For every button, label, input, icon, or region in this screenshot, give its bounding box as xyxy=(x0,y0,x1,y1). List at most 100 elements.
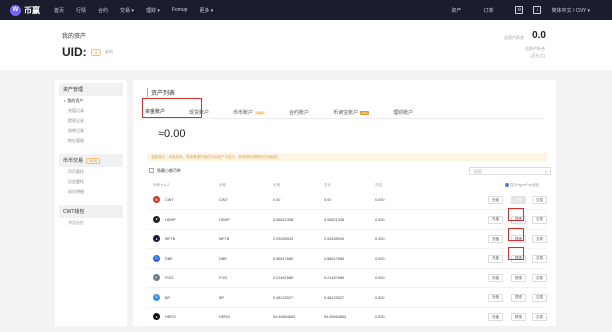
table-row: B BP BP 0.48123027 0.48123027 0.000 充值 提现 交易 xyxy=(147,289,547,308)
nav-item-more[interactable]: 更多 ▾ xyxy=(199,7,213,14)
sidebar: 资产管理 我的资产 充值记录 提现记录 划转记录 地址管理 币币交易NEW 币币… xyxy=(55,80,127,326)
coin-symbol: MFTB xyxy=(165,237,176,241)
nav-item-contract[interactable]: 合约 xyxy=(98,7,108,14)
available-amount: 2.93255933 xyxy=(273,237,294,241)
deposit-button[interactable]: 充值 xyxy=(488,196,503,204)
download-icon[interactable]: ↓ xyxy=(533,6,542,14)
filter-row: 隐藏小额币种 搜索 ⌕ xyxy=(149,167,551,177)
deposit-button[interactable]: 充值 xyxy=(488,293,503,302)
sidebar-group-title-text: 资产管理 xyxy=(63,87,84,93)
coin-logo-icon: D xyxy=(153,254,160,262)
uid-row: UID: 0 复制 xyxy=(62,45,113,59)
nav-item-home[interactable]: 首页 xyxy=(54,7,64,14)
coin-logo-icon: ● xyxy=(153,313,160,320)
table-row: D DBE DBE 0.56617689 0.56617689 0.000 充值 提现 交易 xyxy=(147,250,547,269)
annotation-highlight-box xyxy=(508,208,524,221)
toggle-dot-icon xyxy=(505,183,509,188)
deposit-button[interactable]: 充值 xyxy=(488,215,503,224)
trade-button[interactable]: 交易 xyxy=(532,196,547,204)
nav-item-market[interactable]: 行情 xyxy=(76,7,86,14)
tab-label: 币币账户 xyxy=(233,110,254,116)
sidebar-group-title: 资产管理 xyxy=(59,83,123,96)
nav-orders-link[interactable]: 订单 xyxy=(483,7,493,14)
hyperpay-toggle[interactable]: 显示HyperPay钱包 xyxy=(505,183,539,188)
total-amount: 0.48123027 xyxy=(324,295,345,300)
asset-list-panel: 资产列表 资金账户 现货账户 币币账户 NEW 合约账户 币读宝账户 ETH 理财账… xyxy=(133,80,556,327)
sidebar-group-coin-trade: 币币交易 NEW 币币委托 历史委托 成交明细 xyxy=(55,151,127,202)
logo-icon: W xyxy=(10,4,21,16)
logo-text: 币赢 xyxy=(24,5,40,15)
withdraw-button[interactable]: 提现 xyxy=(511,293,526,302)
coin-symbol: CWT xyxy=(165,198,174,202)
section-title: 资产列表 xyxy=(147,88,175,97)
sidebar-group-title: 币币交易 NEW xyxy=(59,154,123,167)
hide-small-label: 隐藏小额币种 xyxy=(157,168,181,173)
sidebar-group-assets: 资产管理 我的资产 充值记录 提现记录 划转记录 地址管理 xyxy=(55,80,127,151)
sidebar-item-address-management[interactable]: 地址管理 xyxy=(55,136,127,146)
new-badge: NEW xyxy=(86,157,101,164)
annotation-highlight-box xyxy=(142,98,202,118)
frozen-amount: 0.000 xyxy=(375,276,385,280)
coin-symbol: FOG xyxy=(165,276,174,280)
sidebar-item-my-assets[interactable]: 我的资产 xyxy=(55,96,127,106)
withdraw-button[interactable]: 提现 xyxy=(511,313,526,321)
available-amount: 0.00 xyxy=(273,198,281,202)
user-icon[interactable]: ⊙ xyxy=(515,6,524,14)
frozen-amount: 0.000 xyxy=(375,198,385,202)
sidebar-item-order-history[interactable]: 历史委托 xyxy=(55,177,127,187)
search-input[interactable]: 搜索 ⌕ xyxy=(469,167,551,175)
deposit-button[interactable]: 充值 xyxy=(488,274,503,282)
search-icon: ⌕ xyxy=(544,169,547,174)
sidebar-item-open-orders[interactable]: 币币委托 xyxy=(55,167,127,177)
deposit-button[interactable]: 充值 xyxy=(488,313,503,321)
withdraw-button[interactable]: 提现 xyxy=(511,274,526,282)
nav-item-fomup[interactable]: Fomup xyxy=(172,7,188,13)
uid-value-badge: 0 xyxy=(90,48,101,56)
deposit-button[interactable]: 充值 xyxy=(488,235,503,243)
uid-copy-button[interactable]: 复制 xyxy=(105,49,113,55)
col-coin[interactable]: 币种 ▾ A-Z xyxy=(153,183,169,188)
search-placeholder: 搜索 xyxy=(474,169,482,174)
coin-full-name: FOG xyxy=(219,276,228,280)
trade-button[interactable]: 交易 xyxy=(532,235,547,243)
coin-symbol: HERO xyxy=(165,315,176,319)
withdraw-button[interactable]: 提现 xyxy=(511,196,526,204)
annotation-highlight-box xyxy=(508,228,524,241)
sidebar-item-trade-details[interactable]: 成交明细 xyxy=(55,187,127,197)
trade-button[interactable]: 交易 xyxy=(532,274,547,282)
total-amount: 0.56617689 xyxy=(324,256,345,261)
col-total: 总计 xyxy=(324,183,331,187)
logo[interactable]: W 币赢 xyxy=(10,4,40,16)
trade-button[interactable]: 交易 xyxy=(532,293,547,302)
trade-button[interactable]: 交易 xyxy=(532,254,547,263)
col-frozen: 冻结 xyxy=(375,183,382,187)
hide-small-checkbox[interactable] xyxy=(149,168,154,173)
nav-item-trade[interactable]: 交易 ▾ xyxy=(120,7,134,14)
table-header: 币种 ▾ A-Z 全称 可用 总计 冻结 显示HyperPay钱包 xyxy=(153,182,548,190)
frozen-amount: 0.000 xyxy=(375,315,385,319)
deposit-button[interactable]: 充值 xyxy=(488,254,503,263)
total-amount: 2.93255933 xyxy=(324,237,345,241)
sidebar-item-node-dividend[interactable]: 节点分红 xyxy=(55,218,127,228)
language-currency-selector[interactable]: 简体中文 / CNY ▾ xyxy=(551,7,590,14)
nav-assets-link[interactable]: 资产 xyxy=(451,7,461,14)
total-assets-sub: 总资产折合 (万分之) xyxy=(505,45,545,59)
sidebar-item-withdraw-history[interactable]: 提现记录 xyxy=(55,116,127,126)
coin-logo-icon: F xyxy=(153,274,160,281)
uid-label: UID: xyxy=(62,45,87,59)
sidebar-group-wallet: CWT钱包 节点分红 xyxy=(55,202,127,233)
total-amount: 3.96621338 xyxy=(324,217,345,222)
sidebar-item-deposit-history[interactable]: 充值记录 xyxy=(55,106,127,116)
annotation-highlight-box xyxy=(508,247,524,260)
coin-full-name: MFTB xyxy=(219,237,230,241)
nav-item-finance[interactable]: 理财 ▾ xyxy=(146,7,160,14)
trade-button[interactable]: 交易 xyxy=(532,215,547,224)
coin-full-name: DBE xyxy=(219,256,227,261)
tab-label: 合约账户 xyxy=(289,110,310,116)
available-amount: 0.21487689 xyxy=(273,276,294,280)
sidebar-item-transfer-history[interactable]: 划转记录 xyxy=(55,126,127,136)
trade-button[interactable]: 交易 xyxy=(532,313,547,321)
table-row: F FOG FOG 0.21487689 0.21487689 0.000 充值 提现 交易 xyxy=(147,269,547,288)
page-title: 我的资产 xyxy=(62,34,87,40)
available-amount: 3.96621338 xyxy=(273,217,294,222)
